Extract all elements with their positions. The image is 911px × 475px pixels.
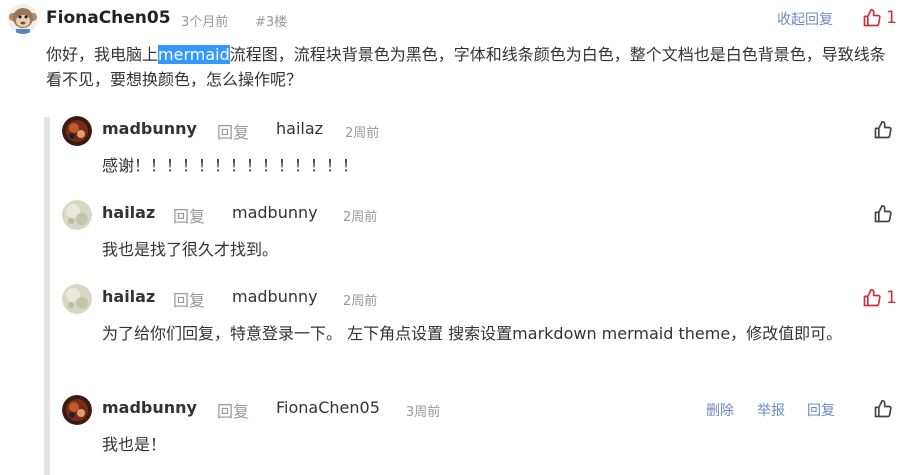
username[interactable]: FionaChen05 [46, 8, 171, 28]
reply-time: 2周前 [343, 210, 378, 225]
delete-button[interactable]: 删除 [706, 400, 734, 420]
reply-content: 我也是！ [102, 435, 167, 454]
thumb-up-icon [874, 399, 892, 418]
reply-item: hailaz 回复 madbunny 2周前 1 为了给你们回复，特意登录一下。… [50, 284, 911, 384]
reply-label: 回复 [173, 207, 206, 226]
selected-text: mermaid [158, 45, 230, 64]
main-comment: FionaChen05 3个月前 #3楼 收起回复 1 你好，我电脑上merma… [0, 0, 911, 120]
avatar[interactable] [62, 395, 92, 425]
report-button[interactable]: 举报 [757, 400, 785, 420]
avatar[interactable] [8, 4, 38, 34]
reply-target[interactable]: hailaz [276, 119, 323, 138]
like-count: 1 [886, 288, 897, 308]
reply-label: 回复 [217, 402, 250, 421]
like-button[interactable]: 1 [862, 288, 897, 308]
username[interactable]: hailaz [102, 287, 155, 306]
reply-button[interactable]: 回复 [807, 400, 835, 420]
reply-label: 回复 [217, 123, 250, 142]
thumb-up-icon [874, 204, 892, 223]
username[interactable]: hailaz [102, 203, 155, 222]
reply-time: 3周前 [406, 405, 441, 420]
reply-item: madbunny 回复 FionaChen05 3周前 删除 举报 回复 我也是… [50, 395, 911, 475]
reply-item: madbunny 回复 hailaz 2周前 感谢！！！！！！！！！！！！！！ [50, 116, 911, 196]
username[interactable]: madbunny [102, 119, 197, 138]
avatar[interactable] [62, 116, 92, 146]
reply-item: hailaz 回复 madbunny 2周前 我也是找了很久才找到。 [50, 200, 911, 280]
reply-content: 我也是找了很久才找到。 [102, 240, 279, 259]
reply-target[interactable]: madbunny [232, 203, 318, 222]
comment-time: 3个月前 [181, 15, 229, 30]
reply-time: 2周前 [343, 294, 378, 309]
reply-content: 为了给你们回复，特意登录一下。 左下角点设置 搜索设置markdown merm… [102, 324, 843, 343]
thumb-up-icon [874, 120, 892, 139]
floor-number: #3楼 [255, 15, 288, 30]
like-button[interactable] [873, 399, 893, 419]
reply-label: 回复 [173, 291, 206, 310]
reply-time: 2周前 [345, 126, 380, 141]
like-button[interactable]: 1 [862, 8, 897, 28]
reply-target[interactable]: madbunny [232, 287, 318, 306]
username[interactable]: madbunny [102, 398, 197, 417]
reply-target[interactable]: FionaChen05 [276, 398, 380, 417]
reply-content: 感谢！！！！！！！！！！！！！！ [102, 156, 359, 175]
like-count: 1 [886, 8, 897, 28]
avatar[interactable] [62, 200, 92, 230]
comment-content: 你好，我电脑上mermaid流程图，流程块背景色为黑色，字体和线条颜色为白色，整… [46, 42, 896, 92]
thumb-up-icon [863, 8, 881, 27]
like-button[interactable] [873, 120, 893, 140]
like-button[interactable] [873, 204, 893, 224]
content-text: 你好，我电脑上 [46, 45, 159, 64]
thumb-up-icon [863, 288, 881, 307]
avatar[interactable] [62, 284, 92, 314]
collapse-replies-button[interactable]: 收起回复 [777, 9, 833, 29]
